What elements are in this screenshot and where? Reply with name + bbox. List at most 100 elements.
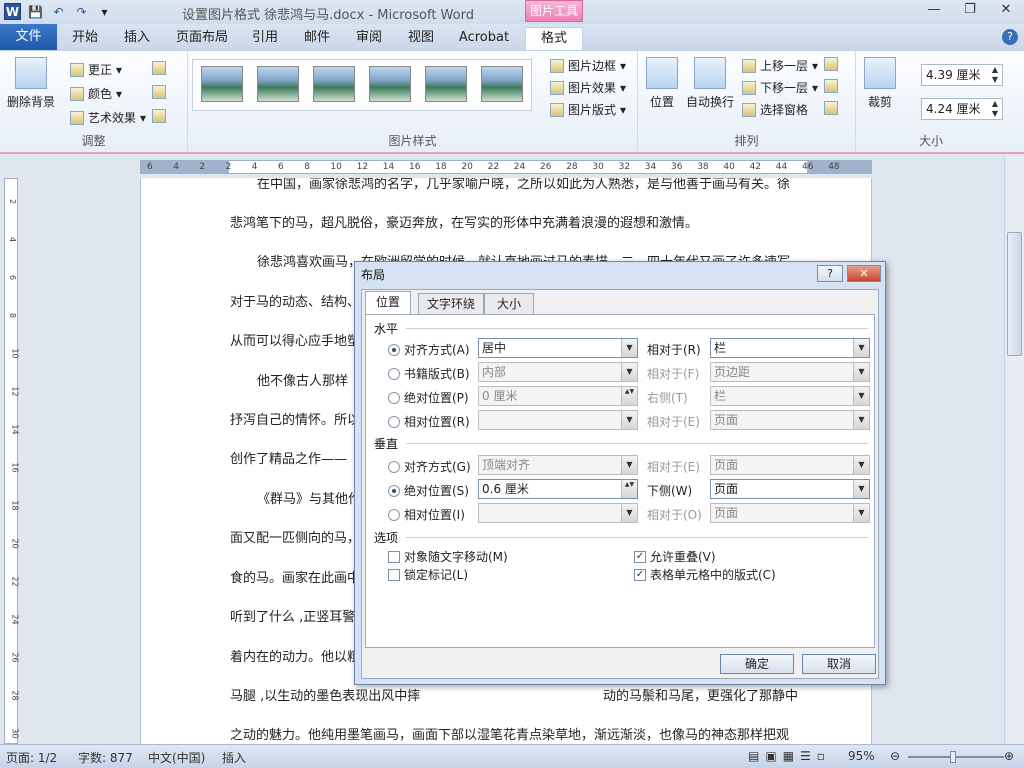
picture-layout-button[interactable]: 图片版式 ▾ [550, 101, 626, 118]
picture-border-button[interactable]: 图片边框 ▾ [550, 57, 626, 74]
draft-icon[interactable]: ▫ [817, 749, 825, 763]
tab-text-wrapping[interactable]: 文字环绕 [418, 293, 484, 314]
ok-button[interactable]: 确定 [720, 654, 794, 674]
dropdown-arrow-icon[interactable]: ▼ [621, 363, 637, 381]
cancel-button[interactable]: 取消 [802, 654, 876, 674]
artistic-effects-button[interactable]: 艺术效果 ▾ [70, 109, 146, 126]
close-button[interactable]: ✕ [988, 0, 1024, 22]
corrections-button[interactable]: 更正 ▾ [70, 61, 122, 78]
full-screen-reading-icon[interactable]: ▣ [765, 749, 776, 763]
dropdown-arrow-icon[interactable]: ▼ [853, 363, 869, 381]
save-icon[interactable]: 💾 [27, 3, 44, 20]
lock-anchor-checkbox[interactable]: 锁定标记(L) [388, 566, 468, 583]
zoom-slider[interactable] [908, 756, 1004, 758]
style-thumb[interactable] [481, 66, 523, 102]
picture-style-gallery[interactable] [192, 59, 532, 111]
dropdown-arrow-icon[interactable]: ▲▼ [621, 480, 637, 498]
bring-forward-button[interactable]: 上移一层 ▾ [742, 57, 818, 74]
value-field[interactable]: 居中 ▼ [478, 338, 638, 358]
tab-acrobat[interactable]: Acrobat [458, 27, 510, 50]
position-radio[interactable]: 对齐方式(A) [388, 341, 470, 358]
zoom-in-icon[interactable]: ⊕ [1004, 749, 1014, 763]
tab-size[interactable]: 大小 [484, 293, 534, 314]
value-field[interactable]: 顶端对齐 ▼ [478, 455, 638, 475]
web-layout-icon[interactable]: ▦ [783, 749, 794, 763]
style-thumb[interactable] [257, 66, 299, 102]
style-thumb[interactable] [369, 66, 411, 102]
relative-to-select[interactable]: 页面 ▼ [710, 410, 870, 430]
zoom-out-icon[interactable]: ⊖ [890, 749, 900, 763]
compress-pictures-button[interactable] [152, 61, 166, 75]
dropdown-arrow-icon[interactable]: ▼ [853, 387, 869, 405]
position-radio[interactable]: 绝对位置(S) [388, 482, 469, 499]
relative-to-select[interactable]: 栏 ▼ [710, 338, 870, 358]
page-count[interactable]: 页面: 1/2 [6, 749, 57, 766]
move-with-text-checkbox[interactable]: 对象随文字移动(M) [388, 548, 508, 565]
value-field[interactable]: ▼ [478, 410, 638, 430]
position-radio[interactable]: 相对位置(I) [388, 506, 465, 523]
remove-background-button[interactable]: 删除背景 [4, 57, 58, 110]
zoom-slider-thumb[interactable] [950, 751, 956, 763]
layout-in-table-checkbox[interactable]: ✓ 表格单元格中的版式(C) [634, 566, 776, 583]
dropdown-arrow-icon[interactable]: ▼ [621, 456, 637, 474]
tab-review[interactable]: 审阅 [354, 27, 384, 50]
style-thumb[interactable] [313, 66, 355, 102]
send-backward-button[interactable]: 下移一层 ▾ [742, 79, 818, 96]
dropdown-arrow-icon[interactable]: ▼ [621, 504, 637, 522]
help-icon[interactable]: ? [1002, 29, 1018, 45]
dropdown-arrow-icon[interactable]: ▼ [853, 339, 869, 357]
outline-icon[interactable]: ☰ [800, 749, 811, 763]
spin-arrows-icon[interactable]: ▲ ▼ [988, 65, 1002, 85]
dropdown-arrow-icon[interactable]: ▼ [853, 480, 869, 498]
tab-home[interactable]: 开始 [70, 27, 100, 50]
language[interactable]: 中文(中国) [148, 749, 205, 766]
word-count[interactable]: 字数: 877 [78, 749, 133, 766]
relative-to-select[interactable]: 页面 ▼ [710, 503, 870, 523]
zoom-level[interactable]: 95% [848, 749, 875, 763]
tab-insert[interactable]: 插入 [122, 27, 152, 50]
relative-to-select[interactable]: 栏 ▼ [710, 386, 870, 406]
tab-file[interactable]: 文件 [0, 24, 57, 50]
word-icon[interactable]: W [4, 3, 21, 20]
restore-button[interactable]: ❐ [952, 0, 988, 22]
dropdown-arrow-icon[interactable]: ▼ [621, 411, 637, 429]
position-radio[interactable]: 对齐方式(G) [388, 458, 471, 475]
width-spinner[interactable]: 4.24 厘米 ▲ ▼ [921, 98, 1003, 120]
align-button[interactable] [824, 57, 838, 71]
value-field[interactable]: ▼ [478, 503, 638, 523]
relative-to-select[interactable]: 页边距 ▼ [710, 362, 870, 382]
style-thumb[interactable] [201, 66, 243, 102]
vertical-scrollbar[interactable] [1004, 156, 1024, 744]
group-objects-button[interactable] [824, 79, 838, 93]
allow-overlap-checkbox[interactable]: ✓ 允许重叠(V) [634, 548, 716, 565]
dropdown-arrow-icon[interactable]: ▼ [621, 339, 637, 357]
redo-icon[interactable]: ↷ [73, 3, 90, 20]
relative-to-select[interactable]: 页面 ▼ [710, 455, 870, 475]
insert-mode[interactable]: 插入 [222, 749, 246, 766]
print-layout-icon[interactable]: ▤ [748, 749, 759, 763]
rotate-button[interactable] [824, 101, 838, 115]
position-radio[interactable]: 书籍版式(B) [388, 365, 470, 382]
relative-to-select[interactable]: 页面 ▼ [710, 479, 870, 499]
tab-page-layout[interactable]: 页面布局 [174, 27, 230, 50]
position-button[interactable]: 位置 [644, 57, 680, 110]
picture-effects-button[interactable]: 图片效果 ▾ [550, 79, 626, 96]
selection-pane-button[interactable]: 选择窗格 [742, 101, 808, 118]
minimize-button[interactable]: — [916, 0, 952, 22]
change-picture-button[interactable] [152, 85, 166, 99]
crop-button[interactable]: 裁剪 [862, 57, 898, 110]
value-field[interactable]: 内部 ▼ [478, 362, 638, 382]
dropdown-arrow-icon[interactable]: ▼ [853, 411, 869, 429]
tab-view[interactable]: 视图 [406, 27, 436, 50]
wrap-text-button[interactable]: 自动换行 [684, 57, 736, 110]
tab-format[interactable]: 格式 [525, 27, 583, 50]
tab-references[interactable]: 引用 [250, 27, 280, 50]
height-spinner[interactable]: 4.39 厘米 ▲ ▼ [921, 64, 1003, 86]
color-button[interactable]: 颜色 ▾ [70, 85, 122, 102]
dialog-close-button[interactable]: ✕ [847, 265, 881, 282]
scrollbar-thumb[interactable] [1007, 232, 1022, 356]
tab-position[interactable]: 位置 [365, 291, 411, 315]
customize-qat-icon[interactable]: ▾ [96, 3, 113, 20]
position-radio[interactable]: 绝对位置(P) [388, 389, 469, 406]
reset-picture-button[interactable] [152, 109, 166, 123]
